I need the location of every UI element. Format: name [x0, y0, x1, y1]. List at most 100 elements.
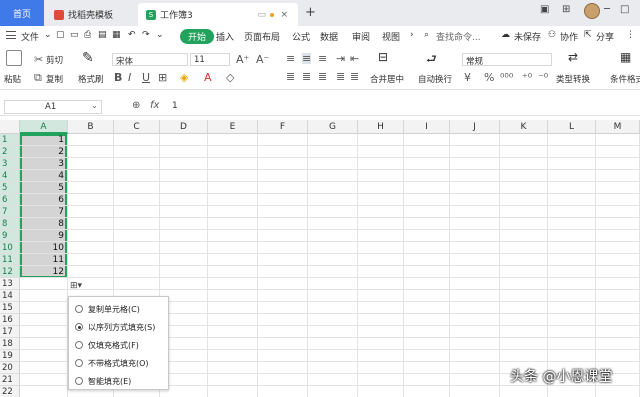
unsaved-button[interactable]: 未保存: [514, 30, 541, 43]
cut-button[interactable]: 剪切: [46, 54, 63, 66]
grid-apps-icon[interactable]: ⊞: [562, 4, 570, 15]
number-format-select[interactable]: 常规: [462, 53, 552, 67]
outdent-icon[interactable]: ⇤: [350, 53, 359, 64]
bold-icon[interactable]: B: [114, 72, 122, 83]
row-header[interactable]: 22: [0, 386, 20, 397]
cell-a[interactable]: 7: [20, 206, 67, 218]
align-bottom-icon[interactable]: ≡: [318, 53, 327, 64]
minimize-icon[interactable]: ─: [604, 4, 610, 15]
row-header[interactable]: 5: [0, 182, 20, 194]
row-header[interactable]: 1: [0, 134, 20, 146]
column-header-l[interactable]: L: [548, 120, 596, 134]
column-header-c[interactable]: C: [114, 120, 160, 134]
print-preview-icon[interactable]: ⎙: [84, 30, 91, 40]
more-tabs-icon[interactable]: ›: [410, 30, 414, 40]
open-folder-icon[interactable]: ▭: [70, 30, 79, 40]
row-header[interactable]: 19: [0, 350, 20, 362]
speech-bubble-icon[interactable]: ▭: [257, 10, 266, 20]
merge-center-button[interactable]: 合并居中: [370, 73, 404, 85]
merge-icon[interactable]: ⊟: [378, 50, 394, 66]
chevron-down-icon[interactable]: ⌄: [91, 101, 98, 111]
collab-button[interactable]: 协作: [560, 30, 578, 43]
cell-a[interactable]: 5: [20, 182, 67, 194]
menu-formula[interactable]: 公式: [292, 30, 310, 43]
auto-wrap-button[interactable]: 自动换行: [418, 73, 452, 85]
align-middle-icon[interactable]: ≡: [302, 53, 312, 64]
row-header[interactable]: 7: [0, 206, 20, 218]
row-header[interactable]: 13: [0, 278, 20, 290]
cell-a[interactable]: 10: [20, 242, 67, 254]
conditional-format-icon[interactable]: ▦: [620, 50, 636, 66]
row-header[interactable]: 16: [0, 314, 20, 326]
convert-icon[interactable]: ⇄: [568, 50, 584, 66]
column-header-f[interactable]: F: [258, 120, 308, 134]
autofill-option[interactable]: 不带格式填充(O): [75, 357, 149, 369]
autofill-option[interactable]: 复制单元格(C): [75, 303, 140, 315]
undo-icon[interactable]: ↶: [128, 30, 136, 40]
row-header[interactable]: 20: [0, 362, 20, 374]
column-header-b[interactable]: B: [68, 120, 114, 134]
tab-home[interactable]: 首页: [0, 0, 44, 26]
font-size-select[interactable]: 11: [190, 53, 230, 66]
new-tab-button[interactable]: +: [305, 5, 316, 20]
clear-icon[interactable]: ◇: [226, 72, 234, 83]
autofill-options-icon[interactable]: ⊞▾: [70, 281, 82, 291]
layout-icon[interactable]: ▣: [540, 4, 549, 15]
menu-insert[interactable]: 插入: [216, 30, 234, 43]
format-painter-icon[interactable]: ✎: [82, 50, 98, 66]
align-left-icon[interactable]: ≣: [286, 71, 295, 82]
align-center-icon[interactable]: ≣: [302, 71, 311, 82]
copy-button[interactable]: 复制: [46, 73, 63, 85]
conditional-format-button[interactable]: 条件格式: [610, 73, 640, 85]
row-header[interactable]: 21: [0, 374, 20, 386]
font-shrink-icon[interactable]: A⁻: [256, 54, 269, 65]
maximize-icon[interactable]: □: [620, 4, 629, 15]
menu-review[interactable]: 审阅: [352, 30, 370, 43]
thousands-icon[interactable]: ⁰⁰⁰: [500, 72, 513, 83]
menu-data[interactable]: 数据: [320, 30, 338, 43]
column-header-g[interactable]: G: [308, 120, 358, 134]
row-header[interactable]: 18: [0, 338, 20, 350]
autofill-option[interactable]: 以序列方式填充(S): [75, 321, 155, 333]
tab-template[interactable]: 找稻壳模板: [46, 3, 136, 26]
column-header-i[interactable]: I: [404, 120, 450, 134]
font-name-select[interactable]: 宋体: [112, 53, 188, 67]
paste-button[interactable]: 粘贴: [4, 73, 21, 85]
cell-a[interactable]: 4: [20, 170, 67, 182]
font-color-icon[interactable]: A: [204, 72, 212, 83]
row-header[interactable]: 14: [0, 290, 20, 302]
row-header[interactable]: 9: [0, 230, 20, 242]
chevron-down-icon[interactable]: ⌄: [156, 30, 164, 40]
autofill-option[interactable]: 智能填充(E): [75, 375, 131, 387]
cell-a[interactable]: 11: [20, 254, 67, 266]
row-header[interactable]: 17: [0, 326, 20, 338]
align-right-icon[interactable]: ≣: [318, 71, 327, 82]
avatar[interactable]: [584, 3, 600, 19]
formula-input[interactable]: 1: [172, 101, 178, 111]
distribute-icon[interactable]: ≣: [350, 71, 359, 82]
currency-icon[interactable]: ¥: [464, 72, 471, 83]
menu-page-layout[interactable]: 页面布局: [244, 30, 280, 43]
format-painter-button[interactable]: 格式刷: [78, 73, 104, 85]
cut-icon[interactable]: ✂: [34, 54, 43, 65]
row-header[interactable]: 11: [0, 254, 20, 266]
percent-icon[interactable]: %: [484, 72, 494, 83]
column-header-j[interactable]: J: [450, 120, 500, 134]
row-header[interactable]: 12: [0, 266, 20, 278]
autofill-option[interactable]: 仅填充格式(F): [75, 339, 139, 351]
cell-a[interactable]: 6: [20, 194, 67, 206]
fill-color-icon[interactable]: ◈: [180, 72, 188, 83]
share-button[interactable]: 分享: [596, 30, 614, 43]
redo-icon[interactable]: ↷: [142, 30, 150, 40]
justify-icon[interactable]: ≣: [336, 71, 345, 82]
menu-view[interactable]: 视图: [382, 30, 400, 43]
row-header[interactable]: 4: [0, 170, 20, 182]
column-header-a[interactable]: A: [20, 120, 68, 134]
column-header-e[interactable]: E: [208, 120, 258, 134]
fx-button[interactable]: fx: [150, 100, 159, 111]
cell-a[interactable]: 2: [20, 146, 67, 158]
italic-icon[interactable]: I: [128, 72, 131, 83]
search-icon[interactable]: ⌕: [424, 30, 429, 40]
decrease-decimal-icon[interactable]: ⁻⁰: [538, 72, 548, 83]
font-grow-icon[interactable]: A⁺: [236, 54, 249, 65]
